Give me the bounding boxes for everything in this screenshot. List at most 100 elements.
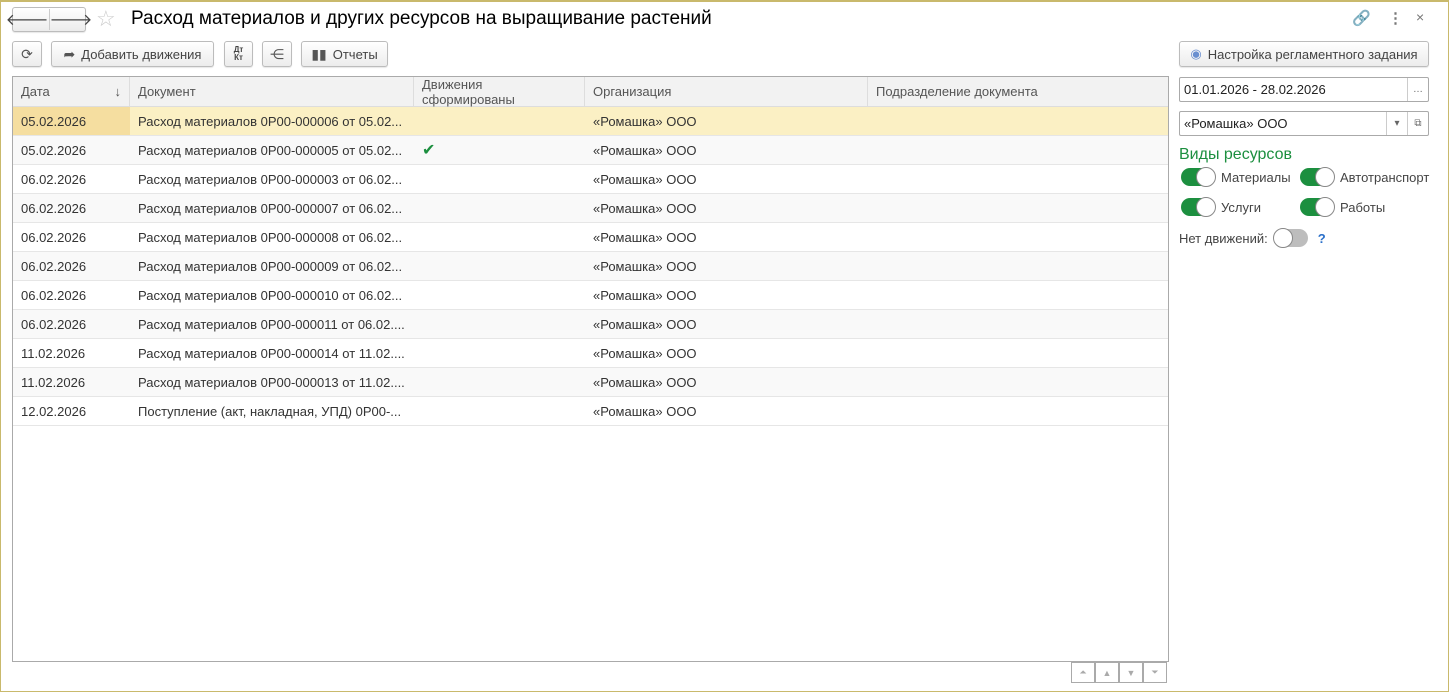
toggle-materials[interactable]: Материалы — [1181, 167, 1291, 187]
documents-table: Дата ↓ Документ Движения сформированы Орг… — [12, 76, 1169, 662]
link-icon[interactable]: 🔗 — [1352, 9, 1371, 27]
toggle-transport[interactable]: Автотранспорт — [1300, 167, 1430, 187]
col-label: Движения сформированы — [422, 76, 515, 107]
col-document[interactable]: Документ — [130, 77, 414, 106]
cell-date: 06.02.2026 — [21, 258, 87, 274]
period-field[interactable]: 01.01.2026 - 28.02.2026… — [1179, 77, 1429, 102]
col-dept[interactable]: Подразделение документа — [868, 77, 1168, 106]
more-icon[interactable]: ⋮ — [1388, 9, 1403, 27]
cell-org: «Ромашка» ООО — [593, 345, 697, 361]
cell-moves — [414, 397, 585, 425]
back-button[interactable]: 🡐 — [6, 9, 50, 30]
toggle-label: Автотранспорт — [1340, 169, 1430, 185]
cell-doc: Расход материалов 0Р00-000011 от 06.02..… — [138, 316, 405, 332]
org-value: «Ромашка» ООО — [1184, 116, 1288, 131]
cell-moves — [414, 310, 585, 338]
schedule-label: Настройка регламентного задания — [1207, 46, 1418, 62]
table-row[interactable]: 06.02.2026 Расход материалов 0Р00-000008 … — [13, 223, 1168, 252]
col-org[interactable]: Организация — [585, 77, 868, 106]
cell-date: 06.02.2026 — [21, 287, 87, 303]
cell-dept — [868, 136, 1168, 164]
cell-dept — [868, 252, 1168, 280]
cell-org: «Ромашка» ООО — [593, 374, 697, 390]
table-row[interactable]: 06.02.2026 Расход материалов 0Р00-000009 … — [13, 252, 1168, 281]
cell-org: «Ромашка» ООО — [593, 403, 697, 419]
cell-dept — [868, 339, 1168, 367]
cell-moves — [414, 107, 585, 135]
table-row[interactable]: 06.02.2026 Расход материалов 0Р00-000003 … — [13, 165, 1168, 194]
cell-doc: Расход материалов 0Р00-000010 от 06.02..… — [138, 287, 403, 303]
refresh-button[interactable]: ⟳ — [12, 41, 42, 67]
refresh-icon: ⟳ — [21, 45, 33, 62]
dtkt-button[interactable]: Дт Кт — [224, 41, 253, 67]
structure-button[interactable]: ⋲ — [262, 41, 292, 67]
cell-dept — [868, 281, 1168, 309]
cell-dept — [868, 165, 1168, 193]
scroll-down-button[interactable]: ▼ — [1119, 662, 1143, 683]
cell-moves — [414, 281, 585, 309]
org-field[interactable]: «Ромашка» ООО ▾ ⧉ — [1179, 111, 1429, 136]
cell-doc: Расход материалов 0Р00-000007 от 06.02..… — [138, 200, 403, 216]
table-row[interactable]: 05.02.2026 Расход материалов 0Р00-000005 … — [13, 136, 1168, 165]
col-label: Подразделение документа — [876, 84, 1038, 99]
toggle-services[interactable]: Услуги — [1181, 197, 1261, 217]
toggle-label: Услуги — [1221, 199, 1261, 215]
cell-moves: ✔ — [422, 142, 436, 159]
cell-dept — [868, 107, 1168, 135]
cell-dept — [868, 368, 1168, 396]
cell-date: 11.02.2026 — [21, 374, 86, 390]
cell-doc: Поступление (акт, накладная, УПД) 0Р00-.… — [138, 403, 402, 419]
close-icon[interactable]: × — [1416, 9, 1424, 25]
cell-doc: Расход материалов 0Р00-000008 от 06.02..… — [138, 229, 403, 245]
cell-moves — [414, 368, 585, 396]
cell-moves — [414, 194, 585, 222]
cell-org: «Ромашка» ООО — [593, 200, 697, 216]
cell-doc: Расход материалов 0Р00-000005 от 05.02..… — [138, 142, 403, 158]
table-row[interactable]: 05.02.2026 Расход материалов 0Р00-000006 … — [13, 107, 1168, 136]
toggle-no-moves[interactable]: Нет движений:? — [1179, 228, 1326, 248]
cell-org: «Ромашка» ООО — [593, 287, 697, 303]
globe-icon: ◉ — [1190, 46, 1202, 61]
toggle-label: Работы — [1340, 199, 1386, 215]
cell-moves — [414, 223, 585, 251]
table-row[interactable]: 06.02.2026 Расход материалов 0Р00-000011 … — [13, 310, 1168, 339]
add-moves-button[interactable]: ➦ Добавить движения — [51, 41, 214, 67]
switch — [1300, 197, 1335, 217]
period-select-button[interactable]: … — [1407, 78, 1428, 101]
scroll-first-button[interactable]: ⏶ — [1071, 662, 1095, 683]
cell-date: 06.02.2026 — [21, 200, 87, 216]
cell-moves — [414, 165, 585, 193]
cell-org: «Ромашка» ООО — [593, 229, 697, 245]
cell-org: «Ромашка» ООО — [593, 316, 697, 332]
col-date[interactable]: Дата ↓ — [13, 77, 130, 106]
schedule-settings-button[interactable]: ◉ Настройка регламентного задания — [1179, 41, 1429, 67]
table-body: 05.02.2026 Расход материалов 0Р00-000006 … — [13, 107, 1168, 426]
hierarchy-icon: ⋲ — [270, 45, 284, 62]
forward-button[interactable]: 🡒 — [50, 9, 93, 30]
open-icon[interactable]: ⧉ — [1407, 112, 1428, 135]
cell-org: «Ромашка» ООО — [593, 171, 697, 187]
table-row[interactable]: 12.02.2026 Поступление (акт, накладная, У… — [13, 397, 1168, 426]
scroll-last-button[interactable]: ⏷ — [1143, 662, 1167, 683]
forward-arrow-icon: ➦ — [63, 45, 76, 62]
cell-date: 05.02.2026 — [21, 142, 87, 158]
reports-button[interactable]: ▮▮ Отчеты — [301, 41, 388, 67]
reports-label: Отчеты — [332, 46, 378, 62]
table-row[interactable]: 06.02.2026 Расход материалов 0Р00-000010 … — [13, 281, 1168, 310]
toggle-label: Материалы — [1221, 169, 1291, 185]
dropdown-icon[interactable]: ▾ — [1386, 112, 1407, 135]
table-row[interactable]: 11.02.2026 Расход материалов 0Р00-000014 … — [13, 339, 1168, 368]
cell-date: 06.02.2026 — [21, 316, 87, 332]
favorite-star-icon[interactable]: ☆ — [96, 6, 116, 32]
add-moves-label: Добавить движения — [81, 46, 202, 62]
table-row[interactable]: 11.02.2026 Расход материалов 0Р00-000013 … — [13, 368, 1168, 397]
toggle-works[interactable]: Работы — [1300, 197, 1386, 217]
help-icon[interactable]: ? — [1318, 231, 1326, 246]
table-row[interactable]: 06.02.2026 Расход материалов 0Р00-000007 … — [13, 194, 1168, 223]
cell-doc: Расход материалов 0Р00-000009 от 06.02..… — [138, 258, 403, 274]
scroll-up-button[interactable]: ▲ — [1095, 662, 1119, 683]
resource-types-heading: Виды ресурсов — [1179, 146, 1292, 163]
dtkt-icon: Дт Кт — [233, 45, 244, 62]
cell-org: «Ромашка» ООО — [593, 142, 697, 158]
col-moves[interactable]: Движения сформированы — [414, 76, 585, 107]
